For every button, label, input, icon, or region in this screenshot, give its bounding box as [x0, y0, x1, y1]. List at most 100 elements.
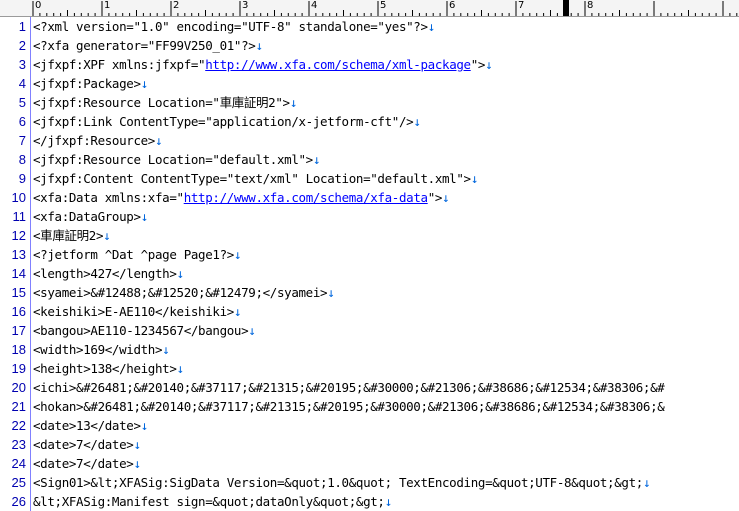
- code-line[interactable]: <jfxpf:Link ContentType="application/x-j…: [33, 112, 421, 131]
- line-number: 26: [11, 494, 26, 509]
- code-line[interactable]: </jfxpf:Resource>↓: [33, 131, 163, 150]
- line-number: 6: [18, 114, 26, 129]
- code-text: <jfxpf:XPF xmlns:jfxpf=": [33, 57, 206, 72]
- line-number: 4: [18, 76, 26, 91]
- code-text: <jfxpf:Link ContentType="application/x-j…: [33, 114, 414, 129]
- line-break-icon: ↓: [485, 57, 493, 72]
- ruler-number: 6: [449, 0, 456, 11]
- line-break-icon: ↓: [427, 19, 436, 34]
- line-number: 21: [11, 399, 26, 414]
- code-text: <bangou>AE110-1234567</bangou>: [33, 323, 249, 338]
- line-break-icon: ↓: [140, 418, 149, 433]
- ruler-ticks: [32, 1, 738, 16]
- ruler-number: 4: [311, 0, 318, 11]
- line-break-icon: ↓: [162, 342, 170, 357]
- code-text: <jfxpf:Package>: [33, 76, 141, 91]
- code-text: <車庫証明2>: [33, 228, 104, 243]
- namespace-url-link[interactable]: http://www.xfa.com/schema/xfa-data: [184, 190, 428, 205]
- line-break-icon: ↓: [289, 95, 298, 110]
- line-break-icon: ↓: [176, 361, 185, 376]
- code-line[interactable]: <keishiki>E-AE110</keishiki>↓: [33, 302, 241, 321]
- line-number: 1: [18, 19, 26, 34]
- code-text: <height>138</height>: [33, 361, 177, 376]
- code-text: <xfa:DataGroup>: [33, 209, 141, 224]
- code-text: ">: [427, 190, 443, 205]
- code-line[interactable]: <jfxpf:Content ContentType="text/xml" Lo…: [33, 169, 478, 188]
- line-number-gutter: 1 2 3 4 5 6 7 8 9 10 11 12 13 14 15 16 17 18 19 20 21 22 23 24 2…: [0, 17, 31, 511]
- code-line[interactable]: <bangou>AE110-1234567</bangou>↓: [33, 321, 256, 340]
- code-text: <syamei>&#12488;&#12520;&#12479;</syamei…: [33, 285, 328, 300]
- code-line[interactable]: <length>427</length>↓: [33, 264, 184, 283]
- line-break-icon: ↓: [312, 152, 321, 167]
- line-number: 9: [18, 171, 26, 186]
- code-text: <Sign01>&lt;XFASig:SigData Version=&quot…: [33, 475, 643, 490]
- ruler-number: 3: [242, 0, 249, 11]
- namespace-url-link[interactable]: http://www.xfa.com/schema/xml-package: [205, 57, 471, 72]
- code-line[interactable]: <?xml version="1.0" encoding="UTF-8" sta…: [33, 17, 435, 36]
- code-text: <date>13</date>: [33, 418, 141, 433]
- code-text: <?jetform ^Dat ^page Page1?>: [33, 247, 234, 262]
- line-number: 2: [18, 38, 26, 53]
- code-line[interactable]: <?jetform ^Dat ^page Page1?>↓: [33, 245, 241, 264]
- code-line[interactable]: <Sign01>&lt;XFASig:SigData Version=&quot…: [33, 473, 650, 492]
- code-line[interactable]: <xfa:DataGroup>↓: [33, 207, 148, 226]
- code-line[interactable]: <jfxpf:Resource Location="default.xml">↓: [33, 150, 320, 169]
- line-break-icon: ↓: [327, 285, 335, 300]
- line-number: 16: [11, 304, 26, 319]
- line-break-icon: ↓: [470, 171, 479, 186]
- line-number: 13: [11, 247, 26, 262]
- code-text: <jfxpf:Content ContentType="text/xml" Lo…: [33, 171, 471, 186]
- code-line[interactable]: <width>169</width>↓: [33, 340, 170, 359]
- line-number: 5: [18, 95, 26, 110]
- code-line[interactable]: <車庫証明2>↓: [33, 226, 111, 245]
- code-text: &lt;XFASig:Manifest sign=&quot;dataOnly&…: [33, 494, 385, 509]
- ruler-number: 1: [104, 0, 111, 11]
- code-line[interactable]: <height>138</height>↓: [33, 359, 184, 378]
- line-break-icon: ↓: [133, 456, 141, 471]
- code-text: <date>7</date>: [33, 437, 134, 452]
- line-break-icon: ↓: [140, 76, 149, 91]
- line-break-icon: ↓: [642, 475, 651, 490]
- ruler-number: 7: [518, 0, 525, 11]
- line-break-icon: ↓: [176, 266, 185, 281]
- line-break-icon: ↓: [103, 228, 111, 243]
- line-number: 7: [18, 133, 26, 148]
- code-text: <?xfa generator="FF99V250_01"?>: [33, 38, 256, 53]
- code-line[interactable]: <jfxpf:Resource Location="車庫証明2">↓: [33, 93, 297, 112]
- code-line[interactable]: <ichi>&#26481;&#20140;&#37117;&#21315;&#…: [33, 378, 665, 397]
- line-number: 8: [18, 152, 26, 167]
- line-break-icon: ↓: [248, 323, 256, 338]
- code-line[interactable]: <jfxpf:Package>↓: [33, 74, 148, 93]
- code-line[interactable]: <syamei>&#12488;&#12520;&#12479;</syamei…: [33, 283, 335, 302]
- code-line[interactable]: <date>7</date>↓: [33, 454, 141, 473]
- code-text: <?xml version="1.0" encoding="UTF-8" sta…: [33, 19, 428, 34]
- code-line[interactable]: <?xfa generator="FF99V250_01"?>↓: [33, 36, 263, 55]
- code-text: <ichi>&#26481;&#20140;&#37117;&#21315;&#…: [33, 380, 665, 395]
- line-number: 12: [11, 228, 26, 243]
- code-line[interactable]: <xfa:Data xmlns:xfa="http://www.xfa.com/…: [33, 188, 450, 207]
- line-break-icon: ↓: [233, 247, 242, 262]
- line-number: 18: [11, 342, 26, 357]
- line-number: 15: [11, 285, 26, 300]
- line-break-icon: ↓: [155, 133, 163, 148]
- code-line[interactable]: &lt;XFASig:Manifest sign=&quot;dataOnly&…: [33, 492, 392, 511]
- code-text: <width>169</width>: [33, 342, 163, 357]
- code-text: <hokan>&#26481;&#20140;&#37117;&#21315;&…: [33, 399, 665, 414]
- code-line[interactable]: <jfxpf:XPF xmlns:jfxpf="http://www.xfa.c…: [33, 55, 493, 74]
- line-number: 19: [11, 361, 26, 376]
- code-text: <date>7</date>: [33, 456, 134, 471]
- code-line[interactable]: <date>7</date>↓: [33, 435, 141, 454]
- code-text: ">: [470, 57, 486, 72]
- line-break-icon: ↓: [413, 114, 421, 129]
- line-number: 25: [11, 475, 26, 490]
- column-ruler: 0 1 2 3 4 5 6 7 8: [0, 0, 739, 17]
- line-number: 23: [11, 437, 26, 452]
- code-line[interactable]: <hokan>&#26481;&#20140;&#37117;&#21315;&…: [33, 397, 665, 416]
- ruler-number: 0: [35, 0, 42, 11]
- text-editor-area[interactable]: <?xml version="1.0" encoding="UTF-8" sta…: [33, 17, 739, 511]
- code-text: <length>427</length>: [33, 266, 177, 281]
- line-number: 24: [11, 456, 26, 471]
- line-number: 14: [11, 266, 26, 281]
- code-line[interactable]: <date>13</date>↓: [33, 416, 148, 435]
- line-break-icon: ↓: [384, 494, 393, 509]
